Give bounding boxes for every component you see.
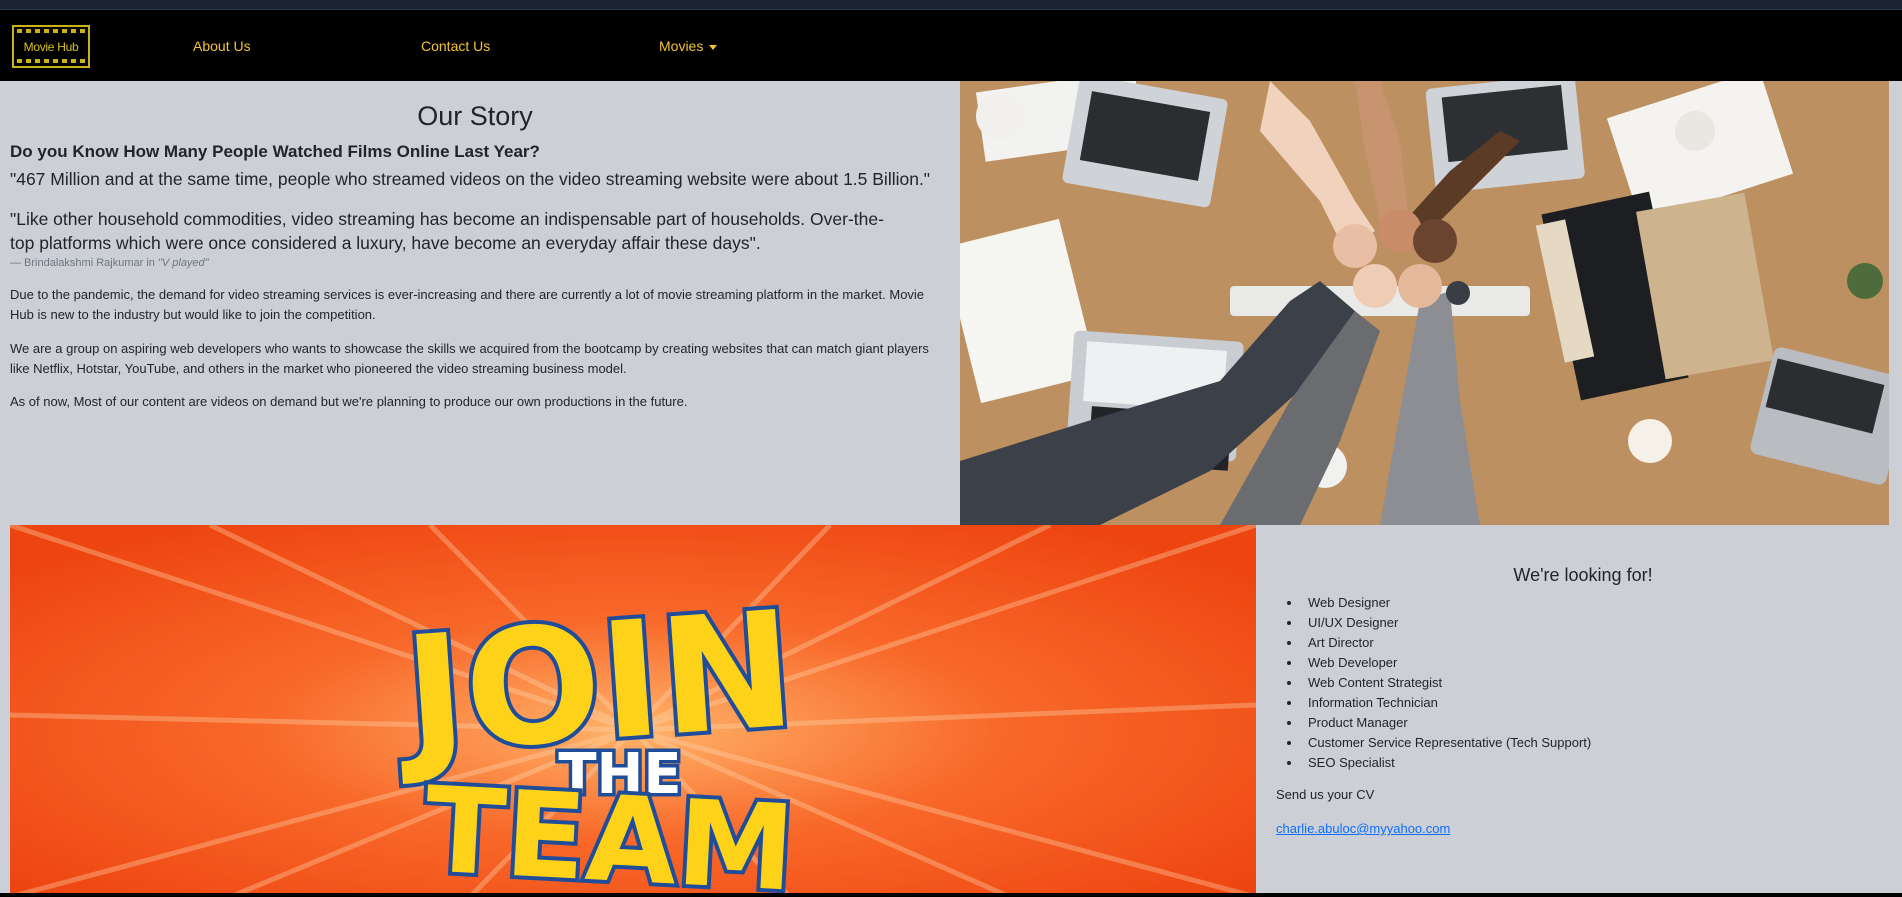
- cite-source: "V played": [157, 257, 209, 269]
- caret-down-icon: [709, 44, 718, 50]
- list-item: Web Developer: [1302, 653, 1591, 673]
- list-item: Product Manager: [1302, 713, 1591, 733]
- nav-dropdown-movies-label: Movies: [659, 38, 704, 54]
- list-item: Information Technician: [1302, 693, 1591, 713]
- list-item: Customer Service Representative (Tech Su…: [1302, 733, 1591, 753]
- story-paragraph-3: As of now, Most of our content are video…: [10, 394, 688, 409]
- list-item: Web Designer: [1302, 593, 1591, 613]
- team-photo-illustration: [960, 81, 1889, 525]
- story-question: Do you Know How Many People Watched Film…: [10, 142, 540, 161]
- join-the-team-banner: JOIN THE TEAM: [10, 525, 1256, 897]
- cite-author: — Brindalakshmi Rajkumar in: [10, 257, 155, 269]
- list-item: SEO Specialist: [1302, 753, 1591, 773]
- navbar: Movie Hub About Us Contact Us Movies: [0, 10, 1902, 81]
- nav-dropdown-movies[interactable]: Movies: [659, 38, 718, 54]
- team-fist-bump-photo: [960, 81, 1889, 525]
- movie-hub-logo[interactable]: Movie Hub: [12, 25, 90, 68]
- roles-list: Web Designer UI/UX Designer Art Director…: [1302, 593, 1591, 773]
- looking-for-title: We're looking for!: [1513, 565, 1653, 585]
- logo-text: Movie Hub: [23, 40, 79, 54]
- join-the-team-graphic: JOIN THE TEAM: [10, 525, 1256, 897]
- blockquote-2: "Like other household commodities, video…: [10, 209, 884, 253]
- email-link[interactable]: charlie.abuloc@myyahoo.com: [1276, 821, 1450, 836]
- blockquote-1: "467 Million and at the same time, peopl…: [10, 169, 931, 189]
- list-item: UI/UX Designer: [1302, 613, 1591, 633]
- nav-link-contact[interactable]: Contact Us: [421, 38, 490, 54]
- our-story-section: Our Story Do you Know How Many People Wa…: [0, 81, 960, 525]
- story-paragraph-2: We are a group on aspiring web developer…: [10, 341, 929, 376]
- banner-word-team: TEAM: [422, 760, 799, 897]
- looking-for-panel: We're looking for! Web Designer UI/UX De…: [1256, 525, 1902, 897]
- send-cv-text: Send us your CV: [1276, 787, 1375, 802]
- careers-section: JOIN THE TEAM We're looking for! Web Des…: [0, 525, 1902, 897]
- photo-side-gap: [1889, 81, 1902, 525]
- bottom-edge: [0, 893, 1902, 897]
- our-story-title: Our Story: [417, 101, 533, 131]
- list-item: Web Content Strategist: [1302, 673, 1591, 693]
- nav-link-about[interactable]: About Us: [193, 38, 251, 54]
- list-item: Art Director: [1302, 633, 1591, 653]
- story-paragraph-1: Due to the pandemic, the demand for vide…: [10, 287, 925, 322]
- blockquote-footer: — Brindalakshmi Rajkumar in "V played": [10, 257, 209, 269]
- browser-top-strip: [0, 0, 1902, 10]
